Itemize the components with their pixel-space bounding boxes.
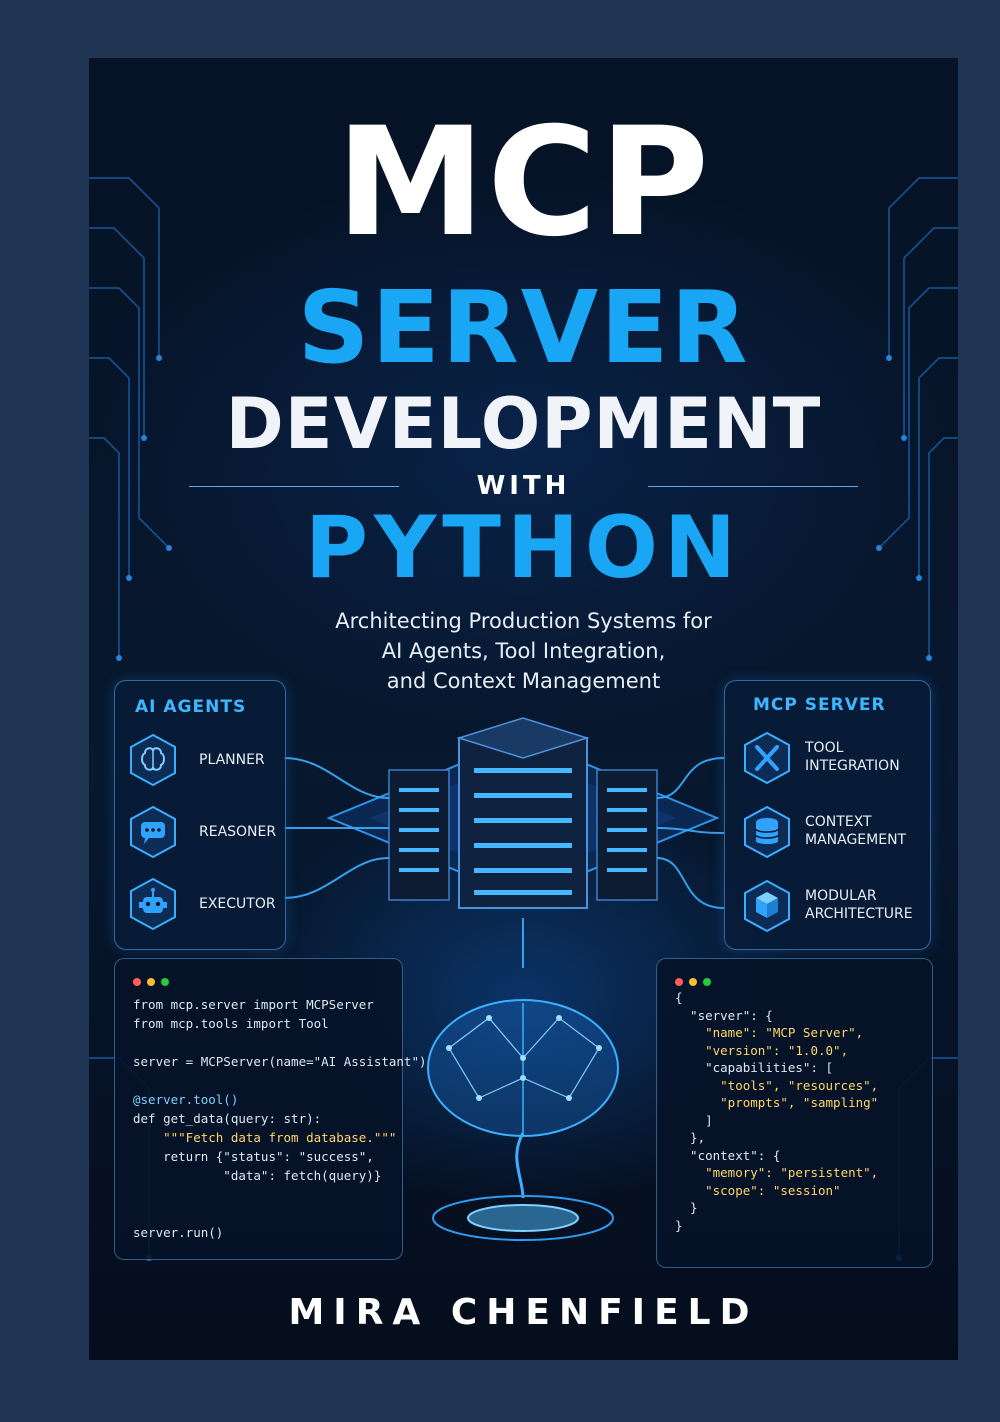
json-code: { "server": { "name": "MCP Server", "ver…: [675, 989, 878, 1234]
code-line: {: [675, 990, 683, 1005]
code-line: ]: [675, 1112, 713, 1128]
server-item-context-management: CONTEXT MANAGEMENT: [743, 805, 906, 861]
code-line: "scope": "session": [675, 1182, 841, 1198]
code-line: server = MCPServer(name="AI Assistant"): [133, 1054, 427, 1069]
agent-item-executor: EXECUTOR: [129, 877, 279, 933]
author-name: MIRA CHENFIELD: [288, 1292, 759, 1333]
title-development: DEVELOPMENT: [225, 383, 822, 465]
code-line: },: [675, 1130, 706, 1145]
code-line: def get_data(query: str):: [133, 1111, 322, 1126]
json-config-window: { "server": { "name": "MCP Server", "ver…: [656, 958, 933, 1268]
server-item-tool-integration: TOOL INTEGRATION: [743, 731, 900, 787]
code-line: from mcp.tools import Tool: [133, 1016, 329, 1031]
label-line: ARCHITECTURE: [805, 906, 913, 922]
brain-icon: [130, 733, 176, 787]
subtitle-line: AI Agents, Tool Integration,: [381, 639, 666, 663]
code-line: "data": fetch(query)}: [133, 1168, 382, 1183]
agent-label: EXECUTOR: [199, 896, 276, 912]
python-code-window: from mcp.server import MCPServer from mc…: [114, 958, 427, 1260]
minimize-dot: [689, 978, 697, 986]
server-item-label: MODULAR ARCHITECTURE: [805, 887, 913, 923]
code-line: server.run(): [133, 1225, 224, 1240]
window-controls: [675, 971, 717, 990]
title-mcp: MCP: [335, 96, 712, 270]
code-line: """Fetch data from database.""": [133, 1130, 397, 1145]
code-line: @server.tool(): [133, 1092, 239, 1107]
maximize-dot: [703, 978, 711, 986]
label-line: MANAGEMENT: [805, 832, 907, 848]
mcp-server-panel-title: MCP SERVER: [753, 695, 886, 715]
code-line: "version": "1.0.0",: [675, 1042, 849, 1058]
minimize-dot: [147, 978, 155, 986]
robot-icon: [130, 877, 176, 931]
cube-icon: [744, 879, 790, 933]
label-line: MODULAR: [805, 888, 877, 904]
code-line: "tools", "resources",: [675, 1077, 879, 1093]
code-line: from mcp.server import MCPServer: [133, 997, 374, 1012]
window-controls: [133, 971, 175, 990]
code-line: "capabilities": [: [675, 1060, 834, 1075]
agent-label: PLANNER: [199, 752, 265, 768]
tools-icon: [744, 731, 790, 785]
code-line: "name": "MCP Server",: [675, 1025, 864, 1040]
book-cover: MCP SERVER DEVELOPMENT WITH PYTHON Archi…: [89, 58, 958, 1360]
server-rack-illustration: [326, 717, 720, 909]
subtitle-line: Architecting Production Systems for: [335, 609, 712, 633]
python-code: from mcp.server import MCPServer from mc…: [133, 995, 427, 1242]
mcp-server-panel: MCP SERVER TOOL INTEGRATION CONTEXT MANA…: [724, 680, 931, 950]
code-line: "memory": "persistent",: [675, 1165, 879, 1180]
code-line: "prompts", "sampling": [675, 1095, 879, 1110]
label-line: CONTEXT: [805, 814, 872, 830]
agent-label: REASONER: [199, 824, 277, 840]
close-dot: [133, 978, 141, 986]
title-server: SERVER: [297, 269, 750, 386]
agent-item-reasoner: REASONER: [129, 805, 279, 861]
ai-agents-panel-title: AI AGENTS: [135, 697, 247, 717]
ai-agents-panel: AI AGENTS PLANNER REASONER EXECUTOR: [114, 680, 286, 950]
label-line: TOOL: [805, 740, 844, 756]
code-line: "context": {: [675, 1147, 781, 1163]
close-dot: [675, 978, 683, 986]
code-line: "server": {: [675, 1007, 773, 1023]
maximize-dot: [161, 978, 169, 986]
database-icon: [744, 805, 790, 859]
code-line: }: [675, 1217, 683, 1233]
server-item-modular-architecture: MODULAR ARCHITECTURE: [743, 879, 913, 935]
chat-bubble-icon: [130, 805, 176, 859]
server-item-label: TOOL INTEGRATION: [805, 739, 900, 775]
brain-network-illustration: [427, 999, 619, 1241]
label-line: INTEGRATION: [805, 758, 900, 774]
agent-item-planner: PLANNER: [129, 733, 279, 789]
title-python: PYTHON: [304, 498, 743, 598]
code-line: return {"status": "success",: [133, 1149, 374, 1164]
server-item-label: CONTEXT MANAGEMENT: [805, 813, 906, 849]
code-line: }: [675, 1200, 698, 1215]
